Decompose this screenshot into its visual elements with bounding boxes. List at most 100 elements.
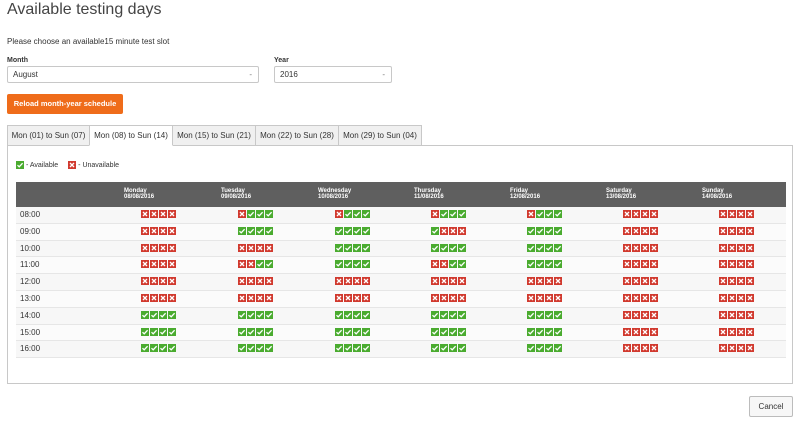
available-slot-check-icon[interactable] bbox=[362, 260, 370, 269]
available-slot-check-icon[interactable] bbox=[238, 327, 246, 336]
available-slot-check-icon[interactable] bbox=[458, 344, 466, 353]
available-slot-check-icon[interactable] bbox=[440, 310, 448, 319]
available-slot-check-icon[interactable] bbox=[545, 344, 553, 353]
tab-week-4[interactable]: Mon (22) to Sun (28) bbox=[255, 125, 339, 146]
available-slot-check-icon[interactable] bbox=[159, 310, 167, 319]
available-slot-check-icon[interactable] bbox=[344, 327, 352, 336]
tab-week-1[interactable]: Mon (01) to Sun (07) bbox=[7, 125, 90, 146]
available-slot-check-icon[interactable] bbox=[265, 310, 273, 319]
available-slot-check-icon[interactable] bbox=[344, 210, 352, 218]
available-slot-check-icon[interactable] bbox=[440, 210, 448, 218]
available-slot-check-icon[interactable] bbox=[527, 243, 535, 252]
available-slot-check-icon[interactable] bbox=[353, 243, 361, 252]
available-slot-check-icon[interactable] bbox=[353, 327, 361, 336]
available-slot-check-icon[interactable] bbox=[554, 310, 562, 319]
available-slot-check-icon[interactable] bbox=[527, 344, 535, 353]
available-slot-check-icon[interactable] bbox=[238, 344, 246, 353]
available-slot-check-icon[interactable] bbox=[141, 327, 149, 336]
available-slot-check-icon[interactable] bbox=[353, 310, 361, 319]
available-slot-check-icon[interactable] bbox=[458, 310, 466, 319]
available-slot-check-icon[interactable] bbox=[168, 344, 176, 353]
available-slot-check-icon[interactable] bbox=[344, 344, 352, 353]
available-slot-check-icon[interactable] bbox=[159, 327, 167, 336]
available-slot-check-icon[interactable] bbox=[536, 243, 544, 252]
available-slot-check-icon[interactable] bbox=[344, 260, 352, 269]
available-slot-check-icon[interactable] bbox=[362, 210, 370, 218]
available-slot-check-icon[interactable] bbox=[265, 344, 273, 353]
cancel-button[interactable]: Cancel bbox=[749, 396, 793, 417]
available-slot-check-icon[interactable] bbox=[247, 344, 255, 353]
available-slot-check-icon[interactable] bbox=[431, 243, 439, 252]
available-slot-check-icon[interactable] bbox=[527, 260, 535, 269]
available-slot-check-icon[interactable] bbox=[256, 260, 264, 269]
available-slot-check-icon[interactable] bbox=[536, 210, 544, 218]
available-slot-check-icon[interactable] bbox=[554, 327, 562, 336]
available-slot-check-icon[interactable] bbox=[168, 327, 176, 336]
available-slot-check-icon[interactable] bbox=[247, 210, 255, 218]
available-slot-check-icon[interactable] bbox=[449, 210, 457, 218]
available-slot-check-icon[interactable] bbox=[335, 327, 343, 336]
available-slot-check-icon[interactable] bbox=[440, 243, 448, 252]
available-slot-check-icon[interactable] bbox=[265, 327, 273, 336]
available-slot-check-icon[interactable] bbox=[256, 210, 264, 218]
available-slot-check-icon[interactable] bbox=[362, 327, 370, 336]
available-slot-check-icon[interactable] bbox=[256, 310, 264, 319]
available-slot-check-icon[interactable] bbox=[353, 344, 361, 353]
available-slot-check-icon[interactable] bbox=[353, 226, 361, 235]
available-slot-check-icon[interactable] bbox=[527, 226, 535, 235]
available-slot-check-icon[interactable] bbox=[440, 344, 448, 353]
available-slot-check-icon[interactable] bbox=[256, 226, 264, 235]
available-slot-check-icon[interactable] bbox=[335, 310, 343, 319]
available-slot-check-icon[interactable] bbox=[545, 327, 553, 336]
available-slot-check-icon[interactable] bbox=[440, 327, 448, 336]
available-slot-check-icon[interactable] bbox=[335, 344, 343, 353]
available-slot-check-icon[interactable] bbox=[344, 226, 352, 235]
available-slot-check-icon[interactable] bbox=[431, 327, 439, 336]
available-slot-check-icon[interactable] bbox=[554, 226, 562, 235]
available-slot-check-icon[interactable] bbox=[353, 260, 361, 269]
tab-week-2[interactable]: Mon (08) to Sun (14) bbox=[89, 125, 173, 146]
month-select[interactable]: August - bbox=[7, 66, 259, 83]
reload-schedule-button[interactable]: Reload month-year schedule bbox=[7, 94, 123, 114]
available-slot-check-icon[interactable] bbox=[527, 327, 535, 336]
available-slot-check-icon[interactable] bbox=[265, 226, 273, 235]
available-slot-check-icon[interactable] bbox=[247, 226, 255, 235]
tab-week-5[interactable]: Mon (29) to Sun (04) bbox=[338, 125, 422, 146]
available-slot-check-icon[interactable] bbox=[554, 344, 562, 353]
available-slot-check-icon[interactable] bbox=[335, 226, 343, 235]
tab-week-3[interactable]: Mon (15) to Sun (21) bbox=[172, 125, 256, 146]
available-slot-check-icon[interactable] bbox=[362, 310, 370, 319]
available-slot-check-icon[interactable] bbox=[431, 344, 439, 353]
available-slot-check-icon[interactable] bbox=[458, 243, 466, 252]
available-slot-check-icon[interactable] bbox=[344, 310, 352, 319]
available-slot-check-icon[interactable] bbox=[554, 210, 562, 218]
available-slot-check-icon[interactable] bbox=[150, 327, 158, 336]
available-slot-check-icon[interactable] bbox=[536, 327, 544, 336]
available-slot-check-icon[interactable] bbox=[247, 310, 255, 319]
available-slot-check-icon[interactable] bbox=[545, 226, 553, 235]
available-slot-check-icon[interactable] bbox=[159, 344, 167, 353]
available-slot-check-icon[interactable] bbox=[247, 327, 255, 336]
available-slot-check-icon[interactable] bbox=[362, 344, 370, 353]
available-slot-check-icon[interactable] bbox=[141, 344, 149, 353]
year-select[interactable]: 2016 - bbox=[274, 66, 392, 83]
available-slot-check-icon[interactable] bbox=[344, 243, 352, 252]
available-slot-check-icon[interactable] bbox=[362, 243, 370, 252]
available-slot-check-icon[interactable] bbox=[141, 310, 149, 319]
available-slot-check-icon[interactable] bbox=[545, 243, 553, 252]
available-slot-check-icon[interactable] bbox=[536, 344, 544, 353]
available-slot-check-icon[interactable] bbox=[431, 226, 439, 235]
available-slot-check-icon[interactable] bbox=[458, 260, 466, 269]
available-slot-check-icon[interactable] bbox=[554, 243, 562, 252]
available-slot-check-icon[interactable] bbox=[545, 260, 553, 269]
available-slot-check-icon[interactable] bbox=[265, 210, 273, 218]
available-slot-check-icon[interactable] bbox=[545, 310, 553, 319]
available-slot-check-icon[interactable] bbox=[536, 226, 544, 235]
available-slot-check-icon[interactable] bbox=[238, 226, 246, 235]
available-slot-check-icon[interactable] bbox=[150, 344, 158, 353]
available-slot-check-icon[interactable] bbox=[449, 327, 457, 336]
available-slot-check-icon[interactable] bbox=[362, 226, 370, 235]
available-slot-check-icon[interactable] bbox=[536, 260, 544, 269]
available-slot-check-icon[interactable] bbox=[554, 260, 562, 269]
available-slot-check-icon[interactable] bbox=[256, 327, 264, 336]
